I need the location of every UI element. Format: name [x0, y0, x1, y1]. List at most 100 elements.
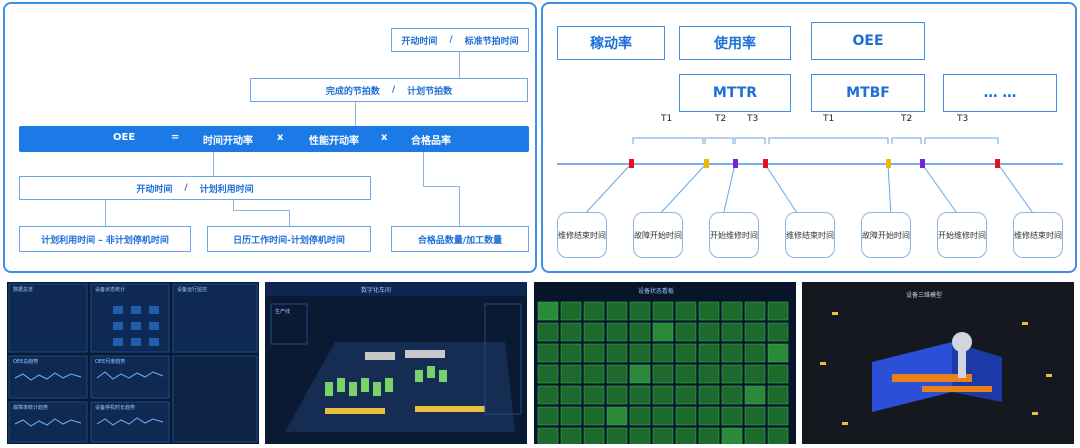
event-fault-start: 故障开始时间: [861, 212, 911, 258]
repair-end-marker: [763, 159, 768, 168]
device-tile: [629, 427, 651, 444]
device-tile: [721, 406, 743, 426]
repair-end-marker: [995, 159, 1000, 168]
device-tile: [606, 322, 628, 342]
device-tile: [629, 301, 651, 321]
device-tile: [675, 322, 697, 342]
cycle-count-box: 完成的节拍数 / 计划节拍数: [250, 78, 528, 102]
device-tile: [606, 343, 628, 363]
device-tile: [698, 343, 720, 363]
device-tile: [606, 301, 628, 321]
device-tile: [560, 343, 582, 363]
workshop-3d-screenshot: 数字化车间 生产线: [265, 282, 527, 444]
device-tile: [675, 427, 697, 444]
dashboard-title: 数据总览: [13, 287, 34, 293]
event-repair-end: 维修结束时间: [557, 212, 607, 258]
device-tile: [652, 322, 674, 342]
device-tile: [629, 343, 651, 363]
event-repair-end: 维修结束时间: [1013, 212, 1063, 258]
device-tile: [698, 427, 720, 444]
equipment-model-title: 设备三维模型: [906, 292, 943, 299]
device-tile: [606, 364, 628, 384]
line-label: 生产线: [275, 309, 291, 315]
device-tile: [629, 364, 651, 384]
device-tile: [629, 385, 651, 405]
device-tile: [721, 385, 743, 405]
event-repair-start: 开始维修时间: [709, 212, 759, 258]
quality-rate-box: 合格品数量/加工数量: [391, 226, 529, 252]
device-tile: [744, 301, 766, 321]
oee-formula-bar: OEE = 时间开动率 x 性能开动率 x 合格品率: [19, 126, 529, 152]
event-repair-start: 开始维修时间: [937, 212, 987, 258]
device-tile: [537, 385, 559, 405]
workshop-title: 数字化车间: [361, 287, 392, 294]
device-tile: [583, 364, 605, 384]
device-tile: [560, 301, 582, 321]
kpi-usage-rate: 使用率: [679, 26, 791, 60]
device-tile: [721, 427, 743, 444]
repair-start-marker: [733, 159, 738, 168]
device-tile: [583, 406, 605, 426]
device-tile: [606, 406, 628, 426]
device-tile: [652, 343, 674, 363]
device-tile: [606, 427, 628, 444]
event-fault-start: 故障开始时间: [633, 212, 683, 258]
device-tile: [583, 343, 605, 363]
device-grid-screenshot: 设备状态看板: [534, 282, 796, 444]
oee-trend-title: OEE总趋势: [13, 359, 39, 365]
device-tile: [675, 406, 697, 426]
device-tile: [537, 322, 559, 342]
device-tile: [629, 322, 651, 342]
oee-monthly-title: OEE月度趋势: [95, 359, 126, 365]
device-tile: [537, 427, 559, 444]
device-tile: [652, 385, 674, 405]
device-tile: [537, 343, 559, 363]
device-tile: [675, 343, 697, 363]
interval-label: T1: [823, 114, 835, 124]
device-tile: [767, 364, 789, 384]
device-tile: [675, 301, 697, 321]
kpi-more: … …: [943, 74, 1057, 112]
device-tile: [767, 343, 789, 363]
device-tile: [744, 427, 766, 444]
interval-label: T1: [661, 114, 673, 124]
device-tile: [537, 406, 559, 426]
interval-label: T2: [901, 114, 913, 124]
equipment-stats-title: 设备状态统计: [95, 287, 126, 293]
event-repair-end: 维修结束时间: [785, 212, 835, 258]
device-tile: [767, 385, 789, 405]
device-tile: [698, 385, 720, 405]
device-tile: [721, 322, 743, 342]
fault-rate-title: 故障率统计趋势: [13, 405, 49, 411]
oee-formula-panel: 开动时间 / 标准节拍时间 完成的节拍数 / 计划节拍数 OEE = 时间开动率 x 性…: [3, 2, 537, 273]
repair-end-marker: [629, 159, 634, 168]
device-tile: [652, 364, 674, 384]
interval-label: T3: [957, 114, 969, 124]
device-tile: [560, 364, 582, 384]
device-tile: [652, 301, 674, 321]
device-tile: [721, 364, 743, 384]
device-tile: [675, 364, 697, 384]
repair-start-marker: [920, 159, 925, 168]
calendar-time-box: 日历工作时间-计划停机时间: [207, 226, 371, 252]
dashboard-screenshot: 数据总览 设备状态统计 设备运行监控 OEE总趋势 OEE月度趋势 故障率统计趋…: [7, 282, 259, 444]
downtime-title: 设备停机时长趋势: [95, 405, 136, 411]
device-tile: [721, 301, 743, 321]
device-tile: [583, 427, 605, 444]
device-tile: [698, 301, 720, 321]
device-tile: [560, 427, 582, 444]
device-tile: [767, 301, 789, 321]
equipment-monitor-title: 设备运行监控: [177, 287, 208, 293]
device-tile: [652, 406, 674, 426]
fault-start-marker: [886, 159, 891, 168]
device-tile: [583, 322, 605, 342]
device-tile: [629, 406, 651, 426]
standard-cycle-box: 开动时间 / 标准节拍时间: [391, 28, 529, 52]
device-tile: [652, 427, 674, 444]
device-tile: [560, 385, 582, 405]
kpi-utilization: 稼动率: [557, 26, 665, 60]
device-tile: [744, 322, 766, 342]
device-tile: [721, 343, 743, 363]
device-tile: [698, 406, 720, 426]
availability-box: 开动时间 / 计划利用时间: [19, 176, 371, 200]
